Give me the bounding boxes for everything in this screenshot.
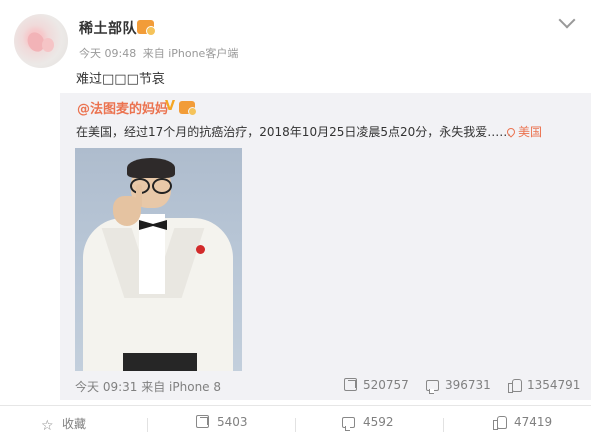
post-meta: 今天 09:48 来自 iPhone客户端 xyxy=(79,45,241,61)
like-count: 47419 xyxy=(514,415,553,429)
favorite-button[interactable]: ☆ 收藏 xyxy=(41,415,86,433)
post-photo[interactable] xyxy=(75,148,242,371)
original-post-footer: 今天 09:31 来自 iPhone 8 520757 396731 13547… xyxy=(60,376,591,396)
favorite-label: 收藏 xyxy=(62,417,87,431)
comment-icon xyxy=(342,417,355,431)
post-text: 难过□□□节哀 xyxy=(76,72,165,87)
reposted-weibo[interactable]: @法图麦的妈妈 V 在美国，经过17个月的抗癌治疗，2018年10月25日凌晨5… xyxy=(60,93,591,400)
original-post-meta: 今天 09:31 来自 iPhone 8 xyxy=(75,378,221,395)
avatar[interactable] xyxy=(14,14,68,68)
comment-button[interactable]: 4592 xyxy=(342,415,394,431)
location-pin-icon xyxy=(505,126,517,138)
comment-icon xyxy=(426,380,439,394)
original-comment-count-button[interactable]: 396731 xyxy=(426,378,491,394)
repost-icon xyxy=(196,415,209,428)
repost-icon xyxy=(344,378,357,391)
separator xyxy=(443,418,444,432)
original-repost-count-button[interactable]: 520757 xyxy=(344,378,409,392)
repost-button[interactable]: 5403 xyxy=(196,415,248,429)
comment-count: 4592 xyxy=(363,415,394,429)
thumbs-up-icon xyxy=(493,415,507,430)
separator xyxy=(295,418,296,432)
post-source: 来自 iPhone客户端 xyxy=(142,47,239,60)
location-link[interactable]: 美国 xyxy=(505,123,543,140)
original-post-source: 来自 iPhone 8 xyxy=(141,380,222,394)
like-button[interactable]: 47419 xyxy=(493,415,553,430)
username[interactable]: 稀土部队 xyxy=(79,18,137,38)
separator xyxy=(147,418,148,432)
original-author-link[interactable]: @法图麦的妈妈 xyxy=(77,98,168,117)
location-label: 美国 xyxy=(518,125,543,139)
post-time: 今天 09:48 xyxy=(79,47,137,60)
repost-count: 5403 xyxy=(217,415,248,429)
original-post-text: 在美国，经过17个月的抗癌治疗，2018年10月25日凌晨5点20分，永失我爱…… xyxy=(76,125,512,139)
action-bar: ☆ 收藏 5403 4592 47419 xyxy=(0,406,591,442)
original-comment-count: 396731 xyxy=(445,378,491,392)
verified-icon: V xyxy=(165,99,176,114)
original-post-time: 今天 09:31 xyxy=(75,380,138,394)
thumbs-up-icon xyxy=(508,378,522,393)
original-like-count-button[interactable]: 1354791 xyxy=(508,378,581,393)
vip-badge-icon xyxy=(137,20,156,36)
chevron-down-icon[interactable] xyxy=(558,11,576,29)
weibo-post: 稀土部队 今天 09:48 来自 iPhone客户端 难过□□□节哀 @法图麦的… xyxy=(0,0,591,405)
original-like-count: 1354791 xyxy=(527,378,581,392)
star-icon: ☆ xyxy=(41,418,54,434)
original-repost-count: 520757 xyxy=(363,378,409,392)
vip-badge-icon xyxy=(179,101,197,116)
